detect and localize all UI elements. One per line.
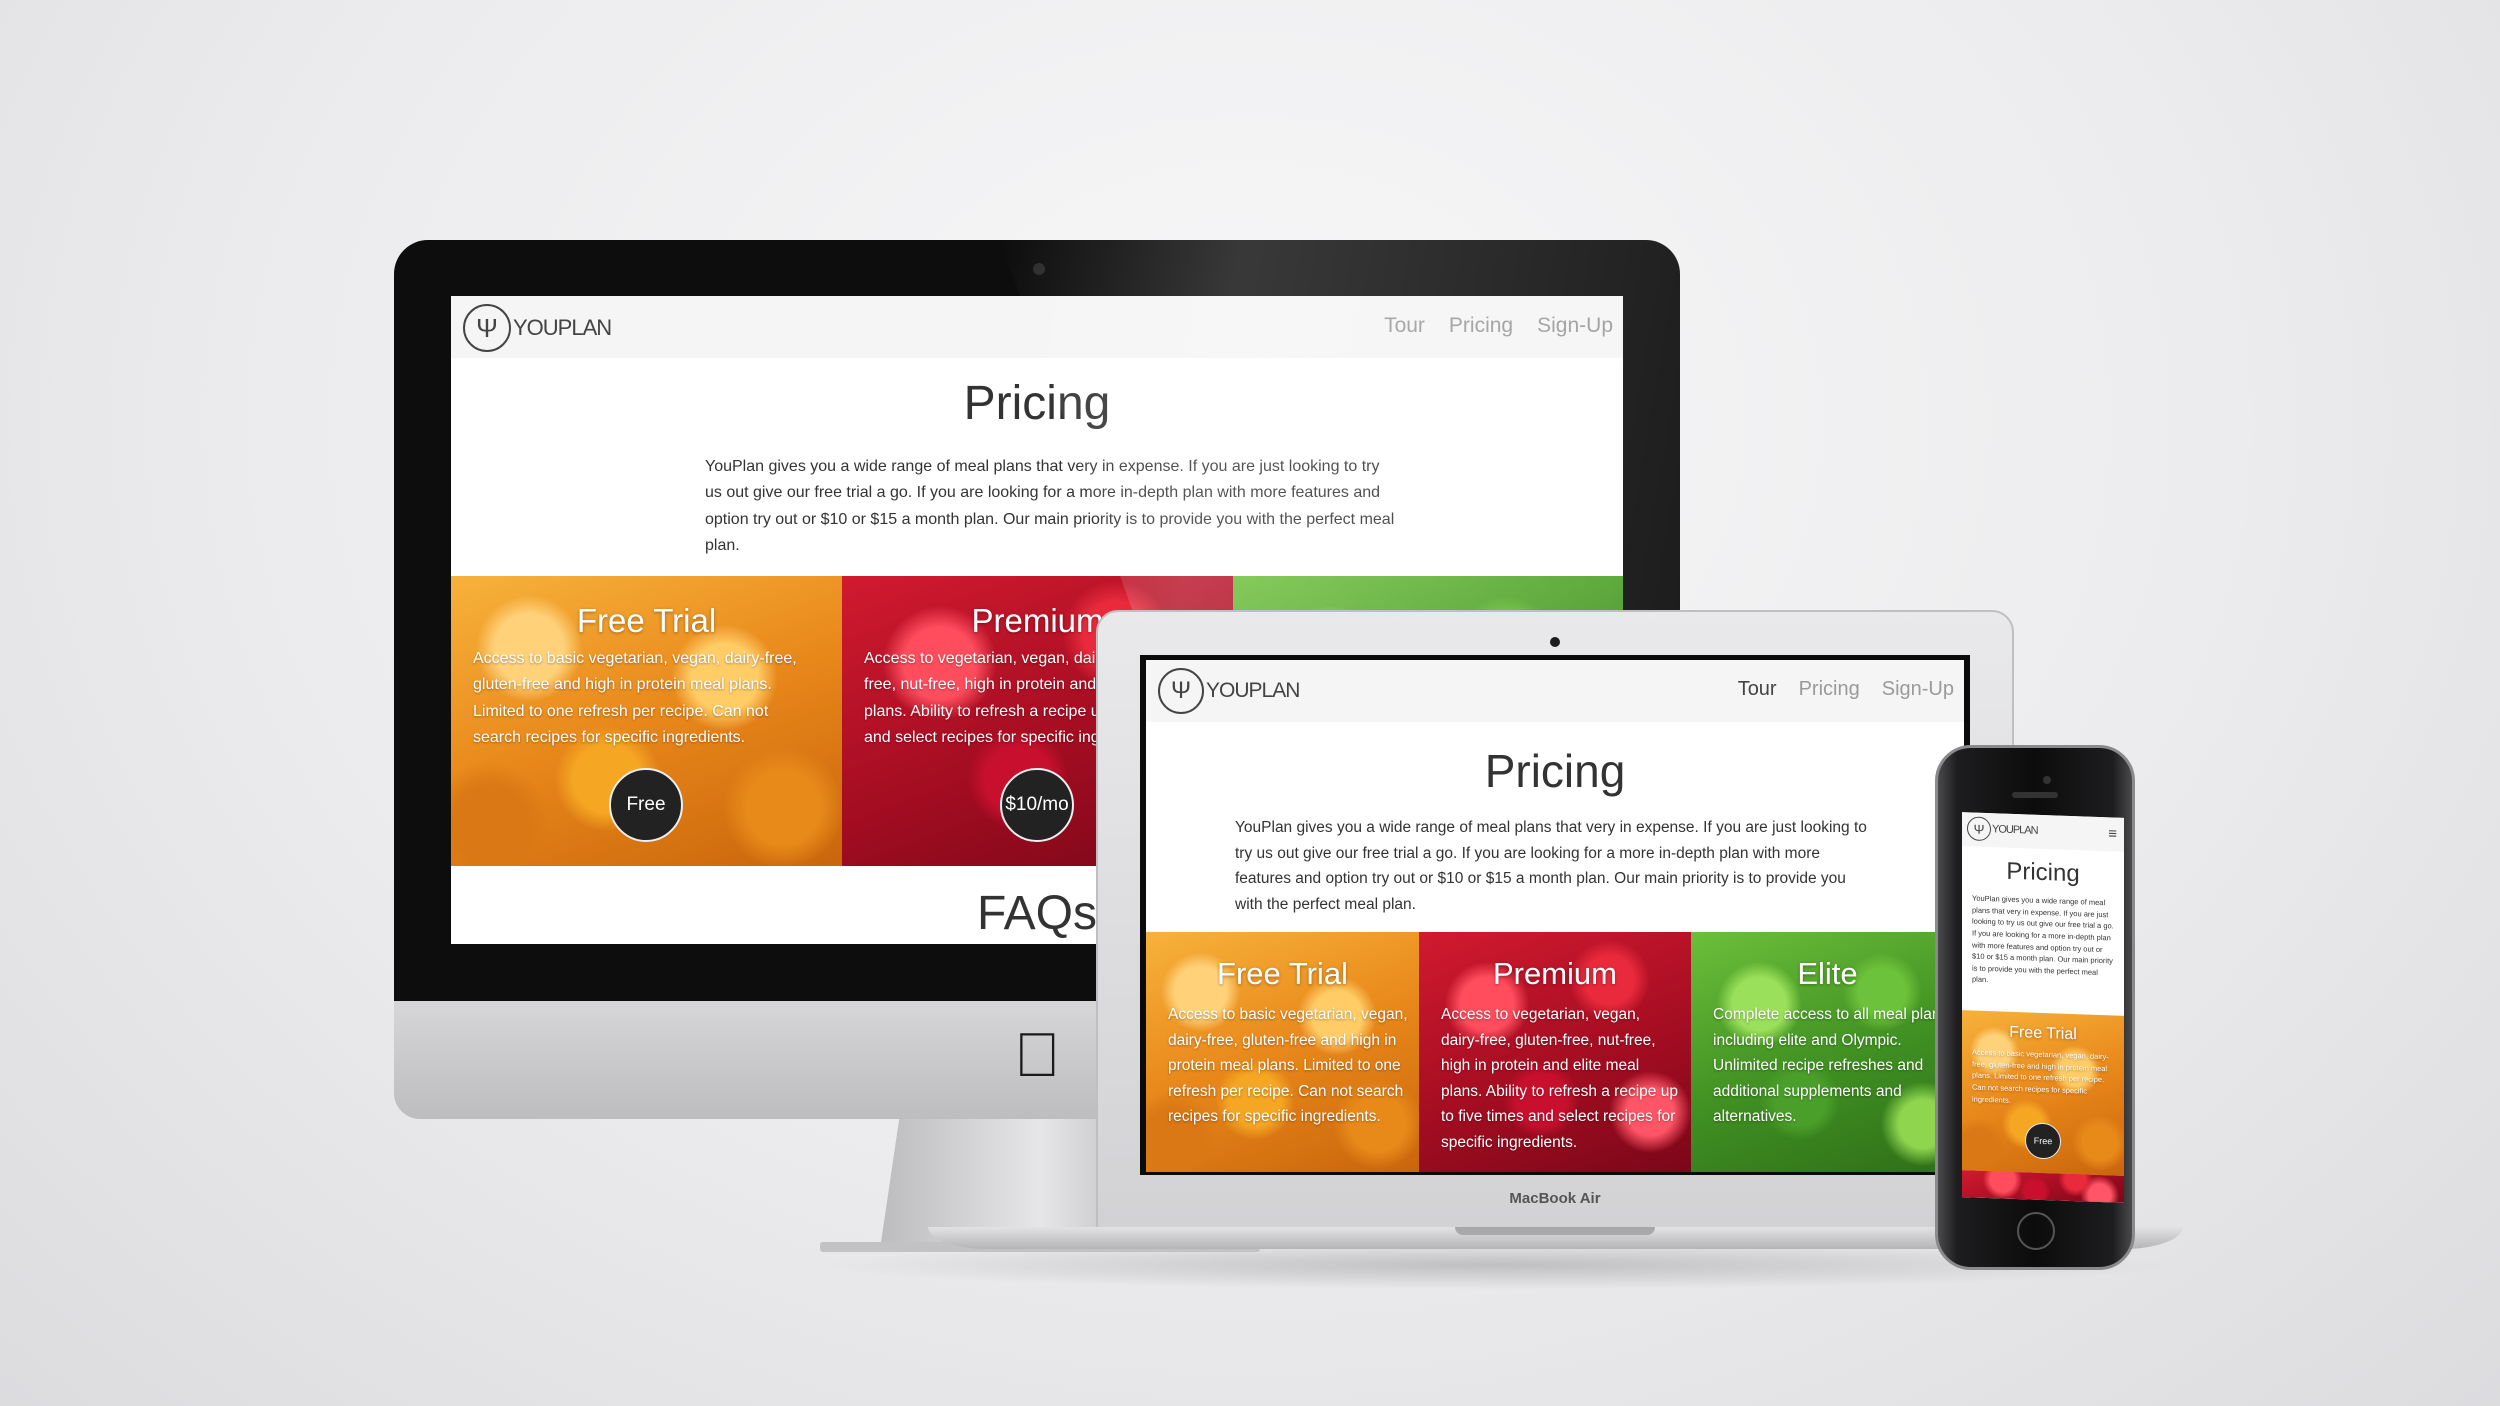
- plan-desc: Access to basic vegetarian, vegan, dairy…: [473, 650, 797, 747]
- logo[interactable]: Ψ YOUPLAN: [1158, 668, 1300, 714]
- logo-text: YOUPLAN: [1206, 679, 1300, 702]
- macbook-label: MacBook Air: [1509, 1190, 1601, 1207]
- page-title: Pricing: [2006, 857, 2080, 888]
- plan-desc: Complete access to all meal plans, inclu…: [1713, 1006, 1953, 1126]
- plan-desc: Access to basic vegetarian, vegan, dairy…: [1168, 1006, 1408, 1126]
- plan-price-button[interactable]: Free: [609, 768, 683, 842]
- site-nav: Ψ YOUPLAN Tour Pricing Sign-Up: [1146, 660, 1964, 722]
- plan-price-button[interactable]: $10/mo: [1000, 768, 1074, 842]
- plan-name: Free Trial: [1217, 956, 1348, 991]
- apple-logo-icon: : [1014, 1025, 1061, 1087]
- logo[interactable]: Ψ YOUPLAN: [463, 304, 612, 352]
- nav-pricing[interactable]: Pricing: [1799, 678, 1860, 701]
- iphone-screen: Ψ YOUPLAN ≡ Pricing YouPlan gives you a …: [1962, 812, 2124, 1203]
- page-title: Pricing: [1484, 745, 1626, 797]
- fork-icon: Ψ: [463, 304, 511, 352]
- plan-card-free-trial: Free Trial Access to basic vegetarian, v…: [451, 576, 842, 866]
- intro-text: YouPlan gives you a wide range of meal p…: [1972, 893, 2114, 985]
- macbook-notch: [1455, 1227, 1655, 1235]
- plan-card-free-trial: Free Trial Access to basic vegetarian, v…: [1146, 932, 1419, 1172]
- logo[interactable]: Ψ YOUPLAN: [1967, 816, 2038, 842]
- plan-desc: Access to vegetarian, vegan, dairy-free,…: [1441, 1006, 1678, 1151]
- plan-card-free-trial: Free Trial Access to basic vegetarian, v…: [1962, 1010, 2124, 1176]
- plan-name: Premium: [1492, 956, 1617, 991]
- logo-text: YOUPLAN: [1992, 823, 2038, 837]
- plan-card-premium: Premium Access to vegetarian, vegan, dai…: [1419, 932, 1691, 1172]
- fork-icon: Ψ: [1158, 668, 1204, 714]
- macbook-screen: Ψ YOUPLAN Tour Pricing Sign-Up Pricing Y…: [1146, 660, 1964, 1172]
- plan-name: Free Trial: [576, 602, 717, 639]
- nav-links: Tour Pricing Sign-Up: [1738, 678, 1954, 701]
- iphone-camera: [2043, 776, 2051, 784]
- site-nav: Ψ YOUPLAN ≡: [1962, 812, 2124, 852]
- fork-icon: Ψ: [1967, 816, 1991, 842]
- plan-price-button[interactable]: Free: [2025, 1122, 2061, 1160]
- logo-text: YOUPLAN: [513, 315, 612, 340]
- iphone-speaker: [2012, 792, 2058, 798]
- intro-text: YouPlan gives you a wide range of meal p…: [1235, 819, 1867, 913]
- nav-signup[interactable]: Sign-Up: [1882, 678, 1954, 701]
- macbook-camera: [1550, 637, 1560, 647]
- iphone-home-button[interactable]: [2017, 1212, 2055, 1250]
- plan-desc: Access to basic vegetarian, vegan, dairy…: [1972, 1047, 2109, 1105]
- plan-name: Free Trial: [2009, 1023, 2077, 1044]
- hamburger-menu-icon[interactable]: ≡: [2108, 825, 2117, 842]
- plan-card-elite: Elite Complete access to all meal plans,…: [1691, 932, 1964, 1172]
- nav-tour[interactable]: Tour: [1738, 678, 1777, 701]
- plan-card-premium: [1962, 1170, 2124, 1203]
- plan-name: Elite: [1797, 956, 1858, 991]
